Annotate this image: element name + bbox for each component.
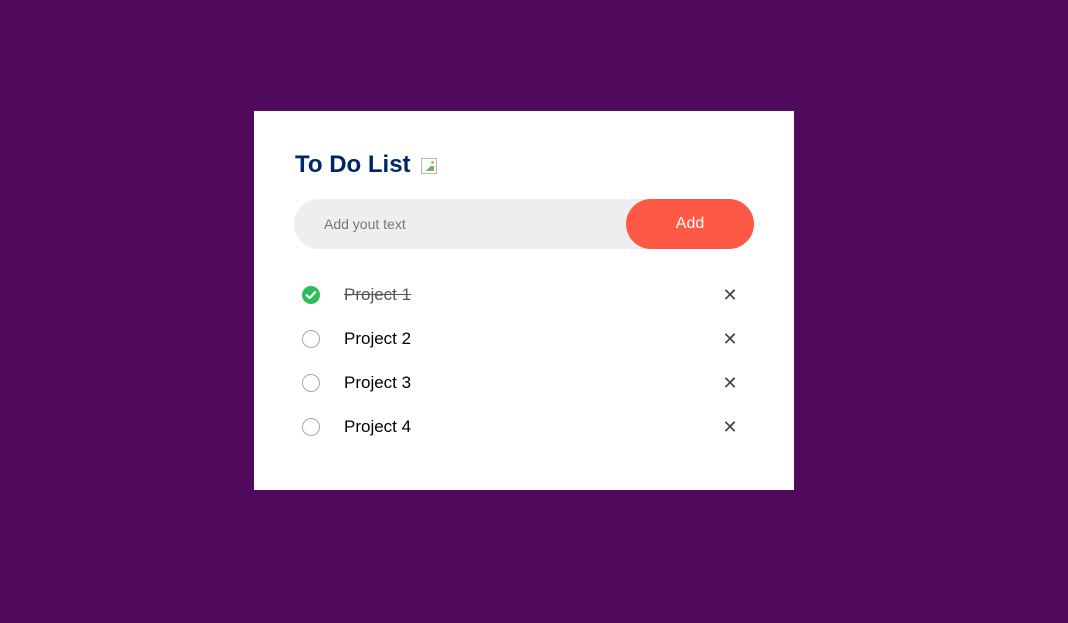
check-circle-icon[interactable] (302, 286, 320, 304)
add-button[interactable]: Add (626, 199, 754, 249)
task-label: Project 3 (344, 373, 412, 392)
close-icon[interactable]: ✕ (720, 373, 740, 393)
empty-circle-icon[interactable] (302, 418, 320, 436)
task-input[interactable] (294, 199, 626, 249)
empty-circle-icon[interactable] (302, 330, 320, 348)
list-item[interactable]: Project 3 ✕ (294, 361, 754, 405)
list-item[interactable]: Project 1 ✕ (294, 273, 754, 317)
list-item[interactable]: Project 4 ✕ (294, 405, 754, 449)
task-list: Project 1 ✕ Project 2 ✕ Project 3 ✕ Proj… (294, 273, 754, 449)
close-icon[interactable]: ✕ (720, 329, 740, 349)
title-row: To Do List (294, 151, 754, 179)
empty-circle-icon[interactable] (302, 374, 320, 392)
page-title: To Do List (295, 151, 411, 178)
add-task-row: Add (294, 199, 754, 249)
close-icon[interactable]: ✕ (720, 285, 740, 305)
list-item[interactable]: Project 2 ✕ (294, 317, 754, 361)
broken-image-icon (420, 158, 437, 174)
task-label: Project 1 (344, 285, 412, 304)
todo-card: To Do List Add Project 1 ✕ Project 2 ✕ P… (254, 111, 794, 490)
close-icon[interactable]: ✕ (720, 417, 740, 437)
task-label: Project 4 (344, 417, 412, 436)
task-label: Project 2 (344, 329, 412, 348)
